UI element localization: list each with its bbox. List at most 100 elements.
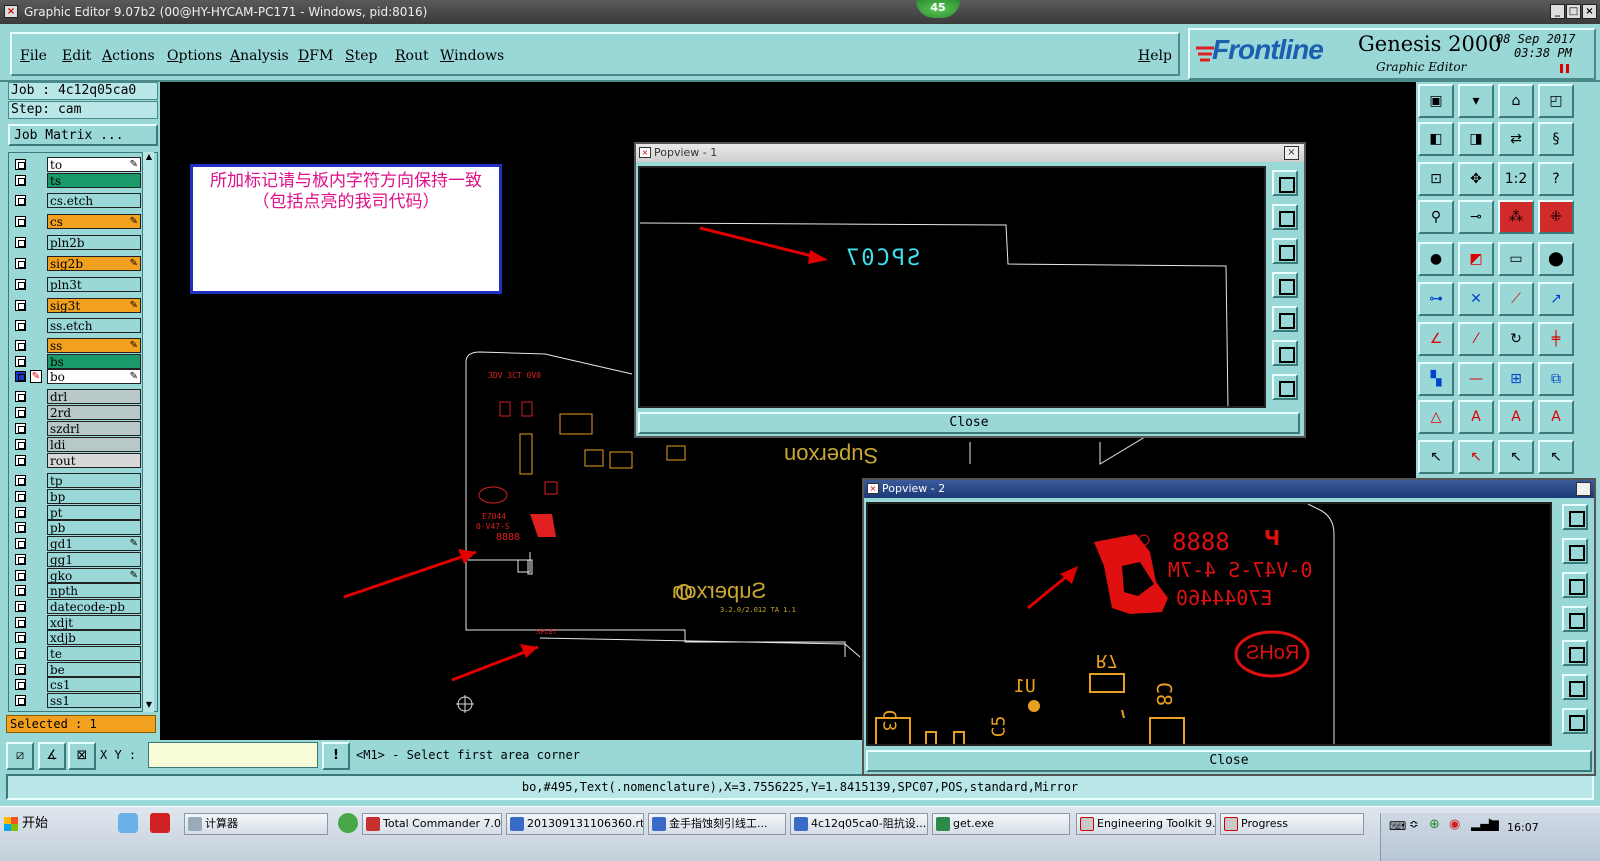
menu-windows[interactable]: Windows [440,48,504,64]
layer-checkbox[interactable] [15,237,26,248]
layer-row-xdjb[interactable]: xdjb [13,630,153,645]
tool-fit-icon[interactable]: ⊡ [1418,162,1454,196]
layer-name[interactable]: rout [47,453,141,468]
menu-file[interactable]: File [20,48,47,64]
layer-name[interactable]: drl [47,389,141,404]
layer-row-pln3t[interactable]: pln3t [13,277,153,292]
layer-row-ss1[interactable]: ss1 [13,693,153,708]
layer-row-te[interactable]: te [13,646,153,661]
layer-name[interactable]: gd1 ✎ [47,536,141,551]
layer-checkbox[interactable] [15,320,26,331]
task-total-commander[interactable]: Total Commander 7.0... [362,813,502,835]
layer-name[interactable]: gg1 [47,552,141,567]
layer-row-sig3t[interactable]: sig3t ✎ [13,298,153,313]
layer-name[interactable]: be [47,662,141,677]
layer-checkbox[interactable] [15,407,26,418]
layer-name[interactable]: datecode-pb [47,599,141,614]
menu-analysis[interactable]: Analysis [230,48,289,64]
layer-checkbox[interactable] [15,664,26,675]
layer-name[interactable]: npth [47,583,141,598]
close-window-button[interactable]: × [1582,4,1597,19]
layer-row-npth[interactable]: npth [13,583,153,598]
task-progress[interactable]: Progress [1220,813,1364,835]
tool-triangle-icon[interactable]: △ [1418,400,1454,434]
tool-swap-icon[interactable]: ⇄ [1498,122,1534,156]
security-icon[interactable]: ◉ [1449,817,1460,832]
tool-scale-icon[interactable]: 1:2 [1498,162,1534,196]
layer-checkbox[interactable] [15,439,26,450]
tool-pointer-red-icon[interactable]: ↖ [1458,440,1494,474]
popview-1-tool-right[interactable] [1272,306,1298,332]
layer-row-bp[interactable]: bp [13,489,153,504]
layer-name[interactable]: sig3t ✎ [47,298,141,313]
layer-checkbox[interactable] [15,300,26,311]
popview-1-tool-pan[interactable] [1272,340,1298,366]
popview-1-close-button[interactable]: Close [638,412,1300,434]
layer-name[interactable]: bp [47,489,141,504]
tool-save-icon[interactable]: ▣ [1418,84,1454,118]
tool-measure-icon[interactable]: ⚲ [1418,200,1454,234]
tool-minus-icon[interactable]: — [1458,362,1494,396]
layer-row-xdjt[interactable]: xdjt [13,615,153,630]
layer-row-pt[interactable]: pt [13,505,153,520]
popview-2-tool-pan[interactable] [1562,674,1588,700]
task-impedance[interactable]: 4c12q05ca0-阻抗设... [790,813,928,835]
tool-open-icon[interactable]: ▾ [1458,84,1494,118]
tool-text-a-icon[interactable]: A [1458,400,1494,434]
layer-checkbox[interactable] [15,601,26,612]
layer-name[interactable]: cs ✎ [47,214,141,229]
layer-row-2rd[interactable]: 2rd [13,405,153,420]
tool-pointer-icon[interactable]: ↖ [1418,440,1454,474]
popview-2-tool-left[interactable] [1562,606,1588,632]
zoom-angle-icon[interactable]: ∡ [38,742,66,770]
layer-row-be[interactable]: be [13,662,153,677]
layer-name[interactable]: ss1 [47,693,141,708]
job-matrix-button[interactable]: Job Matrix ... [8,124,158,146]
layer-checkbox[interactable] [15,159,26,170]
layer-row-rout[interactable]: rout [13,453,153,468]
tool-netlist-icon[interactable]: ⁂ [1498,200,1534,234]
popview-1-close-icon[interactable]: × [1284,146,1299,160]
tool-pointer-plus-icon[interactable]: ↖ [1498,440,1534,474]
layer-name[interactable]: pt [47,505,141,520]
layer-name[interactable]: xdjb [47,630,141,645]
tool-pointer-minus-icon[interactable]: ↖ [1538,440,1574,474]
tool-cross-icon[interactable]: ✕ [1458,282,1494,316]
layer-checkbox[interactable] [15,617,26,628]
layer-name[interactable]: tp [47,473,141,488]
scroll-down-icon[interactable]: ▼ [144,700,154,710]
layer-name[interactable]: xdjt [47,615,141,630]
tool-pads-icon[interactable]: ⁜ [1538,200,1574,234]
layer-checkbox[interactable] [15,538,26,549]
layer-checkbox[interactable] [15,695,26,706]
menu-options[interactable]: Options [167,48,222,64]
popview-1-tool-fit[interactable] [1272,170,1298,196]
popview-1-tool-zoomin[interactable] [1272,204,1298,230]
layer-name[interactable]: bs [47,354,141,369]
layer-row-ss-etch[interactable]: ss.etch [13,318,153,333]
layer-row-datecode-pb[interactable]: datecode-pb [13,599,153,614]
layer-list-scrollbar[interactable]: ▲ ▼ [142,152,154,712]
layer-checkbox[interactable] [15,475,26,486]
task-calculator[interactable]: 计算器 [184,813,328,835]
menu-dfm[interactable]: DFM [298,48,333,64]
layer-checkbox[interactable] [15,570,26,581]
tool-text-b-icon[interactable]: A [1498,400,1534,434]
tool-text-c-icon[interactable]: A [1538,400,1574,434]
scroll-up-icon[interactable]: ▲ [144,152,154,162]
layer-row-ts[interactable]: ts [13,173,153,188]
layer-row-cs-etch[interactable]: cs.etch [13,193,153,208]
layer-name[interactable]: sig2b ✎ [47,256,141,271]
layer-name[interactable]: szdrl [47,421,141,436]
tool-rotate-icon[interactable]: ↻ [1498,322,1534,356]
keyboard-icon[interactable]: ⌨ [1389,819,1406,833]
popview-2-tool-fit[interactable] [1562,504,1588,530]
layer-checkbox[interactable] [15,648,26,659]
tool-line-icon[interactable]: ⟋ [1498,282,1534,316]
start-button[interactable]: 开始 [0,811,64,837]
tool-area-icon[interactable]: ◩ [1458,242,1494,276]
menu-edit[interactable]: Edit [62,48,91,64]
layer-checkbox[interactable] [15,195,26,206]
task-get-exe[interactable]: get.exe [932,813,1070,835]
menu-rout[interactable]: Rout [395,48,429,64]
